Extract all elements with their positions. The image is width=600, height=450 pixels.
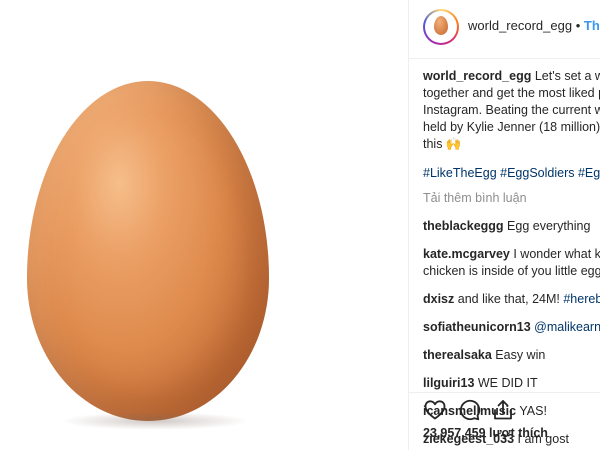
heart-icon[interactable] bbox=[423, 398, 447, 422]
header-username[interactable]: world_record_egg bbox=[468, 18, 572, 33]
caption-line: this 🙌 bbox=[423, 137, 462, 151]
comment-text: I wonder what kin bbox=[513, 247, 600, 261]
like-count-text: 23,957,459 lượt thích bbox=[423, 426, 548, 440]
comment-item: dxisz and like that, 24M! #herebe bbox=[423, 291, 600, 308]
comment-item: kate.mcgarvey I wonder what kin chicken … bbox=[423, 246, 600, 280]
caption-line: together and get the most liked p bbox=[423, 86, 600, 100]
header-user: world_record_egg • The bbox=[468, 18, 600, 33]
comment-text: Egg everything bbox=[503, 219, 591, 233]
post-sidebar: world_record_egg • The world_record_egg … bbox=[409, 0, 600, 450]
caption: world_record_egg Let's set a wor togethe… bbox=[423, 68, 600, 153]
like-count[interactable]: 23,957,459 lượt thích bbox=[423, 426, 548, 440]
avatar-egg-icon bbox=[434, 16, 448, 35]
comment-item: lilguiri13 WE DID IT bbox=[423, 375, 600, 392]
comment-username[interactable]: sofiatheunicorn13 bbox=[423, 320, 531, 334]
comment-item: sofiatheunicorn13 @malikearnes bbox=[423, 319, 600, 336]
comment-item: therealsaka Easy win bbox=[423, 347, 600, 364]
caption-line: held by Kylie Jenner (18 million)! bbox=[423, 120, 600, 134]
caption-username[interactable]: world_record_egg bbox=[423, 69, 531, 83]
comment-icon[interactable] bbox=[457, 398, 481, 422]
share-icon[interactable] bbox=[491, 398, 515, 422]
comment-hashtag[interactable]: #herebe bbox=[563, 292, 600, 306]
header-separator: • bbox=[575, 18, 581, 33]
comment-mention[interactable]: @malikearnes bbox=[534, 320, 600, 334]
caption-text: Let's set a wor bbox=[534, 69, 600, 83]
caption-line: Instagram. Beating the current w bbox=[423, 103, 600, 117]
comment-text: and like that, 24M! bbox=[454, 292, 564, 306]
comment-item: theblackeggg Egg everything bbox=[423, 218, 600, 235]
avatar[interactable] bbox=[423, 9, 459, 45]
egg-shadow bbox=[60, 412, 250, 430]
comment-username[interactable]: lilguiri13 bbox=[423, 376, 474, 390]
post-photo[interactable] bbox=[0, 0, 408, 450]
comment-username[interactable]: kate.mcgarvey bbox=[423, 247, 510, 261]
comment-text: WE DID IT bbox=[474, 376, 538, 390]
load-more-comments[interactable]: Tải thêm bình luận bbox=[423, 190, 600, 207]
caption-hashtags[interactable]: #LikeTheEgg #EggSoldiers #EggG bbox=[423, 165, 600, 182]
follow-button[interactable]: The bbox=[584, 18, 600, 33]
comment-text: chicken is inside of you little egg bbox=[423, 264, 600, 278]
comment-username[interactable]: therealsaka bbox=[423, 348, 492, 362]
comment-username[interactable]: theblackeggg bbox=[423, 219, 504, 233]
post-header: world_record_egg • The bbox=[409, 0, 600, 59]
comment-username[interactable]: dxisz bbox=[423, 292, 454, 306]
comment-text: Easy win bbox=[491, 348, 546, 362]
comment-line: kate.mcgarvey I wonder what kin bbox=[423, 246, 600, 263]
caption-line: world_record_egg Let's set a wor bbox=[423, 68, 600, 85]
egg-image bbox=[27, 81, 269, 421]
actions-divider bbox=[409, 392, 600, 393]
comment-text: YAS! bbox=[516, 404, 547, 418]
